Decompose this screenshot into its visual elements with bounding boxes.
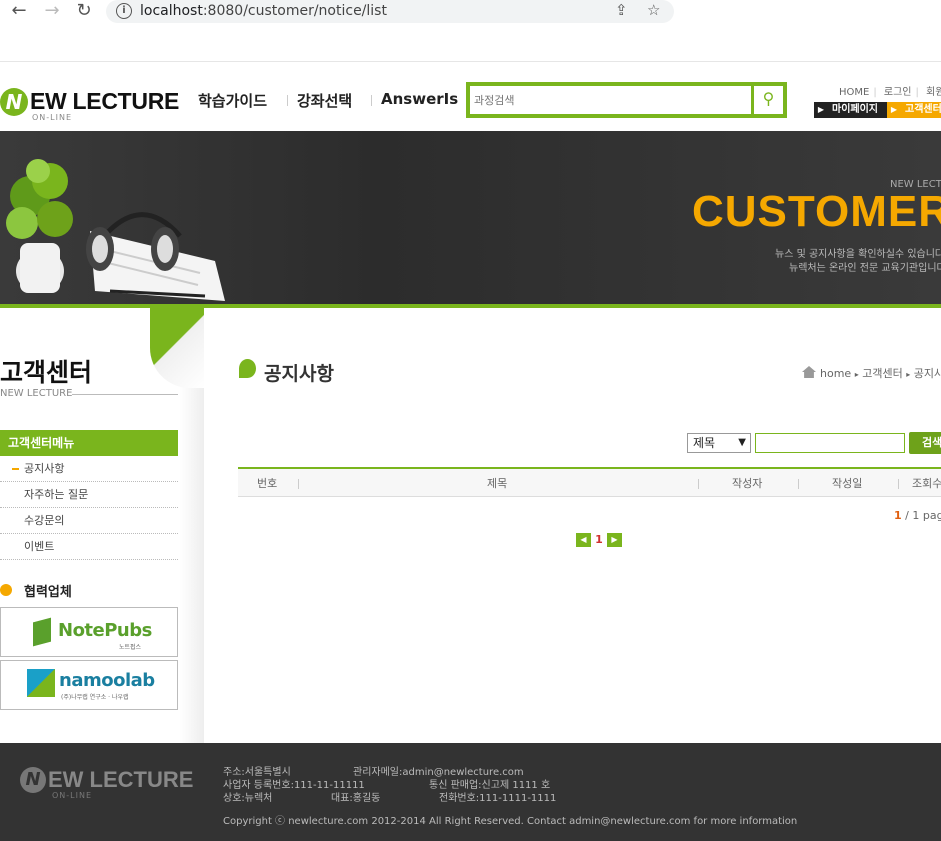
search-button[interactable]: 검색: [909, 432, 941, 454]
namoolab-logo-text: namoolab: [59, 670, 155, 691]
customer-banner: NEW LECTURE CUSTOMER 뉴스 및 공지사항을 확인하실수 있습…: [0, 131, 941, 308]
page-curl-decoration: [150, 308, 204, 388]
page-info-current: 1: [894, 509, 902, 522]
sidebar-subtitle: NEW LECTURE: [0, 388, 73, 399]
util-login-link[interactable]: 로그인: [884, 87, 912, 98]
breadcrumb-arrow-icon: ▸: [854, 370, 859, 379]
forward-arrow-icon[interactable]: →: [42, 0, 62, 22]
search-field-value: 제목: [693, 436, 716, 450]
footer-copyright: Copyright ⓒ newlecture.com 2012-2014 All…: [223, 816, 798, 827]
page-title: 공지사항: [239, 359, 334, 386]
arrow-right-icon: ▶: [814, 102, 828, 118]
page-info-total: / 1 pages: [905, 509, 941, 522]
breadcrumb: home ▸ 고객센터 ▸ 공지사항: [802, 365, 941, 381]
banner-desc-2: 뉴렉처는 온라인 전문 교육기관입니다: [789, 263, 941, 274]
sidebar-item-notice[interactable]: 공지사항: [0, 456, 178, 482]
gnb-answeris[interactable]: AnswerIs: [381, 90, 458, 108]
notepubs-book-icon: [33, 617, 51, 647]
mypage-button[interactable]: ▶ 마이페이지: [814, 102, 887, 118]
sidebar-item-inquiry[interactable]: 수강문의: [0, 508, 178, 534]
page-number[interactable]: 1: [591, 533, 607, 547]
sidebar-item-event[interactable]: 이벤트: [0, 534, 178, 560]
bookmark-star-icon[interactable]: ☆: [647, 1, 660, 19]
footer-phone: 전화번호:111-1111-1111: [439, 793, 557, 804]
sidebar-menu-head: 고객센터메뉴: [0, 430, 178, 456]
url-text[interactable]: localhost:8080/customer/notice/list: [140, 3, 387, 19]
breadcrumb-customer[interactable]: 고객센터: [862, 367, 902, 380]
notepubs-sub: 노트펍스: [119, 644, 142, 651]
sidebar-title: 고객센터: [0, 358, 93, 387]
footer-logo-sub: ON-LINE: [52, 791, 93, 800]
search-field-select[interactable]: 제목 ▼: [687, 433, 751, 453]
course-search-input[interactable]: [474, 89, 752, 111]
banner-title: CUSTOMER: [692, 187, 941, 236]
notice-table-header: 번호 제목 작성자 작성일 조회수: [238, 467, 941, 497]
info-icon[interactable]: i: [116, 3, 132, 19]
address-bar[interactable]: i localhost:8080/customer/notice/list ⇪ …: [106, 0, 674, 23]
site-logo[interactable]: N EW LECTURE ON-LINE: [0, 86, 180, 122]
util-home-link[interactable]: HOME: [839, 87, 869, 98]
banner-desc-1: 뉴스 및 공지사항을 확인하실수 있습니다: [775, 249, 941, 260]
site-header: N EW LECTURE ON-LINE 학습가이드 강좌선택 AnswerIs…: [0, 62, 941, 131]
col-views: 조회수: [912, 477, 941, 490]
browser-chrome: ← → ↻ i localhost:8080/customer/notice/l…: [0, 0, 941, 62]
main-content: 공지사항 home ▸ 고객센터 ▸ 공지사항 제목 ▼ 검색 번호 제목 작성…: [204, 308, 941, 743]
arrow-right-icon: ▶: [887, 102, 901, 118]
customer-center-button[interactable]: ▶ 고객센터: [887, 102, 941, 118]
util-links: HOME| 로그인| 회원가입: [839, 83, 941, 98]
col-writer: 작성자: [732, 477, 763, 490]
footer-ceo: 대표:홍길동: [331, 793, 381, 804]
col-divider: [298, 479, 299, 489]
sidebar: 고객센터 NEW LECTURE 고객센터메뉴 공지사항 자주하는 질문 수강문…: [0, 308, 204, 743]
next-page-icon[interactable]: ▶: [607, 533, 622, 547]
logo-mark: N: [0, 88, 28, 116]
pagination: ◀ 1 ▶: [576, 533, 622, 547]
gnb-divider: [287, 95, 288, 106]
col-divider: [798, 479, 799, 489]
sidebar-title-divider: [72, 394, 178, 395]
logo-text: EW LECTURE: [30, 88, 180, 114]
back-arrow-icon[interactable]: ←: [9, 0, 29, 22]
util-divider: |: [915, 87, 919, 98]
search-query-input[interactable]: [755, 433, 905, 453]
col-number: 번호: [257, 477, 278, 490]
site-footer: N EW LECTURE ON-LINE 주소:서울특별시 관리자메일:admi…: [0, 743, 941, 841]
page-info: 1 / 1 pages: [894, 509, 941, 522]
prev-page-icon[interactable]: ◀: [576, 533, 591, 547]
breadcrumb-home[interactable]: home: [820, 367, 851, 380]
gnb-learning-guide[interactable]: 학습가이드: [198, 90, 267, 111]
gnb-divider: [371, 95, 372, 106]
banner-illustration: [6, 159, 225, 301]
col-divider: [898, 479, 899, 489]
gnb-course-select[interactable]: 강좌선택: [297, 90, 352, 111]
namoolab-sub: (주)나무랩 연구소 · 나우랩: [61, 694, 129, 701]
sidebar-item-faq[interactable]: 자주하는 질문: [0, 482, 178, 508]
share-icon[interactable]: ⇪: [615, 1, 628, 19]
logo-sub: ON-LINE: [32, 113, 73, 122]
col-title: 제목: [487, 477, 508, 490]
col-date: 작성일: [832, 477, 863, 490]
home-icon[interactable]: [802, 366, 816, 378]
chevron-down-icon: ▼: [738, 437, 746, 448]
partner-namoolab[interactable]: namoolab (주)나무랩 연구소 · 나우랩: [0, 660, 178, 710]
col-divider: [698, 479, 699, 489]
footer-logo-mark: N: [20, 767, 46, 793]
namoolab-logo-icon: [27, 669, 55, 697]
breadcrumb-arrow-icon: ▸: [906, 370, 911, 379]
footer-logo-text: EW LECTURE: [48, 767, 194, 792]
reload-icon[interactable]: ↻: [74, 0, 94, 22]
partners-title: 협력업체: [0, 581, 72, 600]
util-join-link[interactable]: 회원가입: [926, 87, 941, 98]
footer-company: 상호:뉴렉처: [223, 793, 273, 804]
footer-logo: N EW LECTURE ON-LINE: [20, 765, 200, 805]
search-icon[interactable]: ⚲: [751, 86, 783, 114]
partner-notepubs[interactable]: NotePubs 노트펍스: [0, 607, 178, 657]
course-search: ⚲: [466, 82, 787, 118]
notepubs-logo-text: NotePubs: [58, 620, 152, 641]
util-divider: |: [873, 87, 877, 98]
breadcrumb-notice[interactable]: 공지사항: [914, 367, 941, 380]
